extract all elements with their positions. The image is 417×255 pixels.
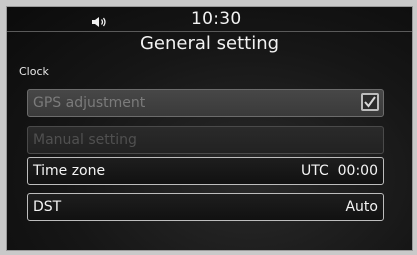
page-title: General setting [139, 33, 280, 54]
manual-setting-label: Manual setting [33, 132, 137, 148]
time-zone-row[interactable]: Time zone UTC 00:00 [27, 157, 384, 185]
status-clock: 10:30 [191, 9, 242, 29]
gps-adjustment-checkbox[interactable] [361, 93, 379, 111]
time-zone-offset: 00:00 [337, 163, 378, 179]
dst-row[interactable]: DST Auto [27, 193, 384, 221]
checkmark-icon [364, 96, 376, 108]
section-label-clock: Clock [19, 65, 49, 78]
time-zone-value: UTC 00:00 [301, 163, 378, 179]
time-zone-label: Time zone [33, 163, 106, 179]
speaker-icon[interactable] [91, 13, 109, 27]
dst-value: Auto [345, 199, 378, 215]
dst-label: DST [33, 199, 62, 215]
header-divider [7, 31, 412, 32]
time-zone-prefix: UTC [300, 163, 329, 179]
manual-setting-row[interactable]: Manual setting [27, 126, 384, 154]
gps-adjustment-label: GPS adjustment [33, 95, 146, 111]
device-bezel: 10:30 General setting Clock GPS adjustme… [0, 0, 417, 255]
display-screen: 10:30 General setting Clock GPS adjustme… [6, 6, 413, 251]
gps-adjustment-row[interactable]: GPS adjustment [27, 89, 384, 117]
status-bar: 10:30 [7, 7, 412, 31]
